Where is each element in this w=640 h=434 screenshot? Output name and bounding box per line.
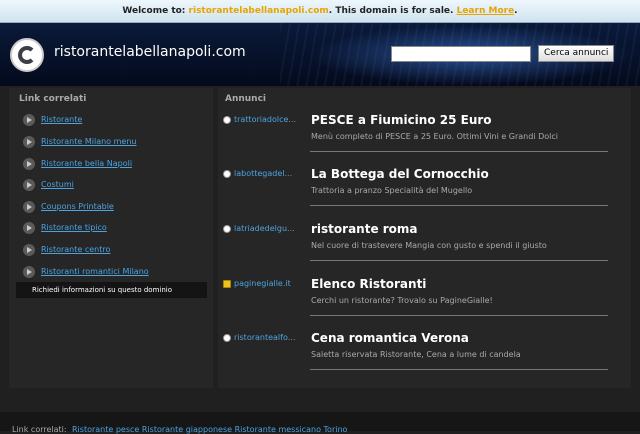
ad-source-link[interactable]: paginegialle.it bbox=[234, 279, 314, 288]
ad-source-link[interactable]: latriadedelgu... bbox=[234, 224, 314, 233]
ad-item[interactable]: labottegadel... La Bottega del Cornocchi… bbox=[218, 150, 631, 206]
related-link-item[interactable]: Ristorante bella Napoli bbox=[17, 155, 207, 175]
related-link-item[interactable]: Ristorante tipico bbox=[17, 219, 207, 239]
ad-description: Trattoria a pranzo Specialità del Mugell… bbox=[311, 186, 473, 195]
arrow-bullet-icon bbox=[23, 179, 35, 191]
domain-sale-banner: Welcome to: ristorantelabellanapoli.com.… bbox=[0, 0, 640, 23]
banner-prefix: Welcome to: bbox=[122, 6, 186, 16]
related-link[interactable]: Ristoranti romantici Milano bbox=[41, 267, 149, 276]
related-link[interactable]: Coupons Printable bbox=[41, 202, 114, 211]
ad-source-link[interactable]: labottegadel... bbox=[234, 169, 314, 178]
ad-source-link[interactable]: trattoriadolce... bbox=[234, 115, 314, 124]
globe-icon bbox=[223, 170, 231, 178]
related-link-item[interactable]: Ristorante Milano menu bbox=[17, 133, 207, 153]
search-input[interactable] bbox=[391, 46, 531, 62]
related-link-item[interactable]: Costumi bbox=[17, 176, 207, 196]
search-button[interactable]: Cerca annunci bbox=[538, 45, 615, 62]
related-link[interactable]: Costumi bbox=[41, 180, 74, 189]
related-link-item[interactable]: Ristorante bbox=[17, 111, 207, 131]
paginegialle-icon bbox=[223, 280, 231, 288]
ad-title-link[interactable]: Cena romantica Verona bbox=[311, 331, 469, 345]
request-info-label[interactable]: Richiedi informazioni su questo dominio bbox=[32, 286, 172, 294]
related-link-item[interactable]: Ristoranti romantici Milano bbox=[17, 263, 207, 283]
banner-period: . bbox=[514, 6, 518, 16]
ad-description: Saletta riservata Ristorante, Cena a lum… bbox=[311, 350, 521, 359]
ad-description: Menù completo di PESCE a 25 Euro. Ottimi… bbox=[311, 132, 558, 141]
arrow-bullet-icon bbox=[23, 244, 35, 256]
site-header: ristorantelabellanapoli.com Cerca annunc… bbox=[0, 23, 640, 86]
ad-description: Nel cuore di trastevere Mangia con gusto… bbox=[311, 241, 547, 250]
ads-panel: Annunci trattoriadolce... PESCE a Fiumic… bbox=[218, 88, 631, 388]
footer: Link correlati: Ristorante pesce Ristora… bbox=[0, 412, 640, 434]
site-title: ristorantelabellanapoli.com bbox=[54, 44, 246, 60]
arrow-bullet-icon bbox=[23, 114, 35, 126]
site-logo-icon bbox=[10, 38, 44, 72]
arrow-bullet-icon bbox=[23, 222, 35, 234]
ad-item[interactable]: ristorantealfo... Cena romantica Verona … bbox=[218, 314, 631, 370]
footer-label: Link correlati: bbox=[12, 425, 67, 434]
related-link-item[interactable]: Ristorante centro bbox=[17, 241, 207, 261]
related-link[interactable]: Ristorante centro bbox=[41, 245, 110, 254]
globe-icon bbox=[223, 334, 231, 342]
arrow-bullet-icon bbox=[23, 136, 35, 148]
ad-title-link[interactable]: La Bottega del Cornocchio bbox=[311, 167, 489, 181]
globe-icon bbox=[223, 225, 231, 233]
ad-source-link[interactable]: ristorantealfo... bbox=[234, 333, 314, 342]
related-link[interactable]: Ristorante Milano menu bbox=[41, 137, 136, 146]
banner-domain: ristorantelabellanapoli.com bbox=[188, 6, 329, 16]
related-links-panel: Link correlati Ristorante Ristorante Mil… bbox=[9, 88, 213, 388]
related-link-item[interactable]: Coupons Printable bbox=[17, 198, 207, 218]
related-link[interactable]: Ristorante bella Napoli bbox=[41, 159, 132, 168]
related-link[interactable]: Ristorante bbox=[41, 115, 82, 124]
footer-links[interactable]: Ristorante pesce Ristorante giapponese R… bbox=[72, 425, 347, 434]
related-links-heading: Link correlati bbox=[19, 94, 87, 104]
related-link[interactable]: Ristorante tipico bbox=[41, 223, 107, 232]
banner-message: . This domain is for sale. bbox=[328, 6, 454, 16]
request-info-link[interactable]: Richiedi informazioni su questo dominio bbox=[16, 282, 207, 298]
ad-divider bbox=[310, 369, 608, 370]
ad-description: Cerchi un ristorante? Trovalo su PagineG… bbox=[311, 296, 493, 305]
ad-title-link[interactable]: ristorante roma bbox=[311, 222, 418, 236]
ad-item[interactable]: latriadedelgu... ristorante roma Nel cuo… bbox=[218, 205, 631, 261]
learn-more-link[interactable]: Learn More bbox=[457, 6, 515, 16]
arrow-bullet-icon bbox=[23, 158, 35, 170]
globe-icon bbox=[223, 116, 231, 124]
ad-item[interactable]: paginegialle.it Elenco Ristoranti Cerchi… bbox=[218, 260, 631, 316]
ad-title-link[interactable]: PESCE a Fiumicino 25 Euro bbox=[311, 113, 492, 127]
arrow-bullet-icon bbox=[23, 266, 35, 278]
ad-item[interactable]: trattoriadolce... PESCE a Fiumicino 25 E… bbox=[218, 96, 631, 152]
ad-title-link[interactable]: Elenco Ristoranti bbox=[311, 277, 426, 291]
arrow-bullet-icon bbox=[23, 201, 35, 213]
